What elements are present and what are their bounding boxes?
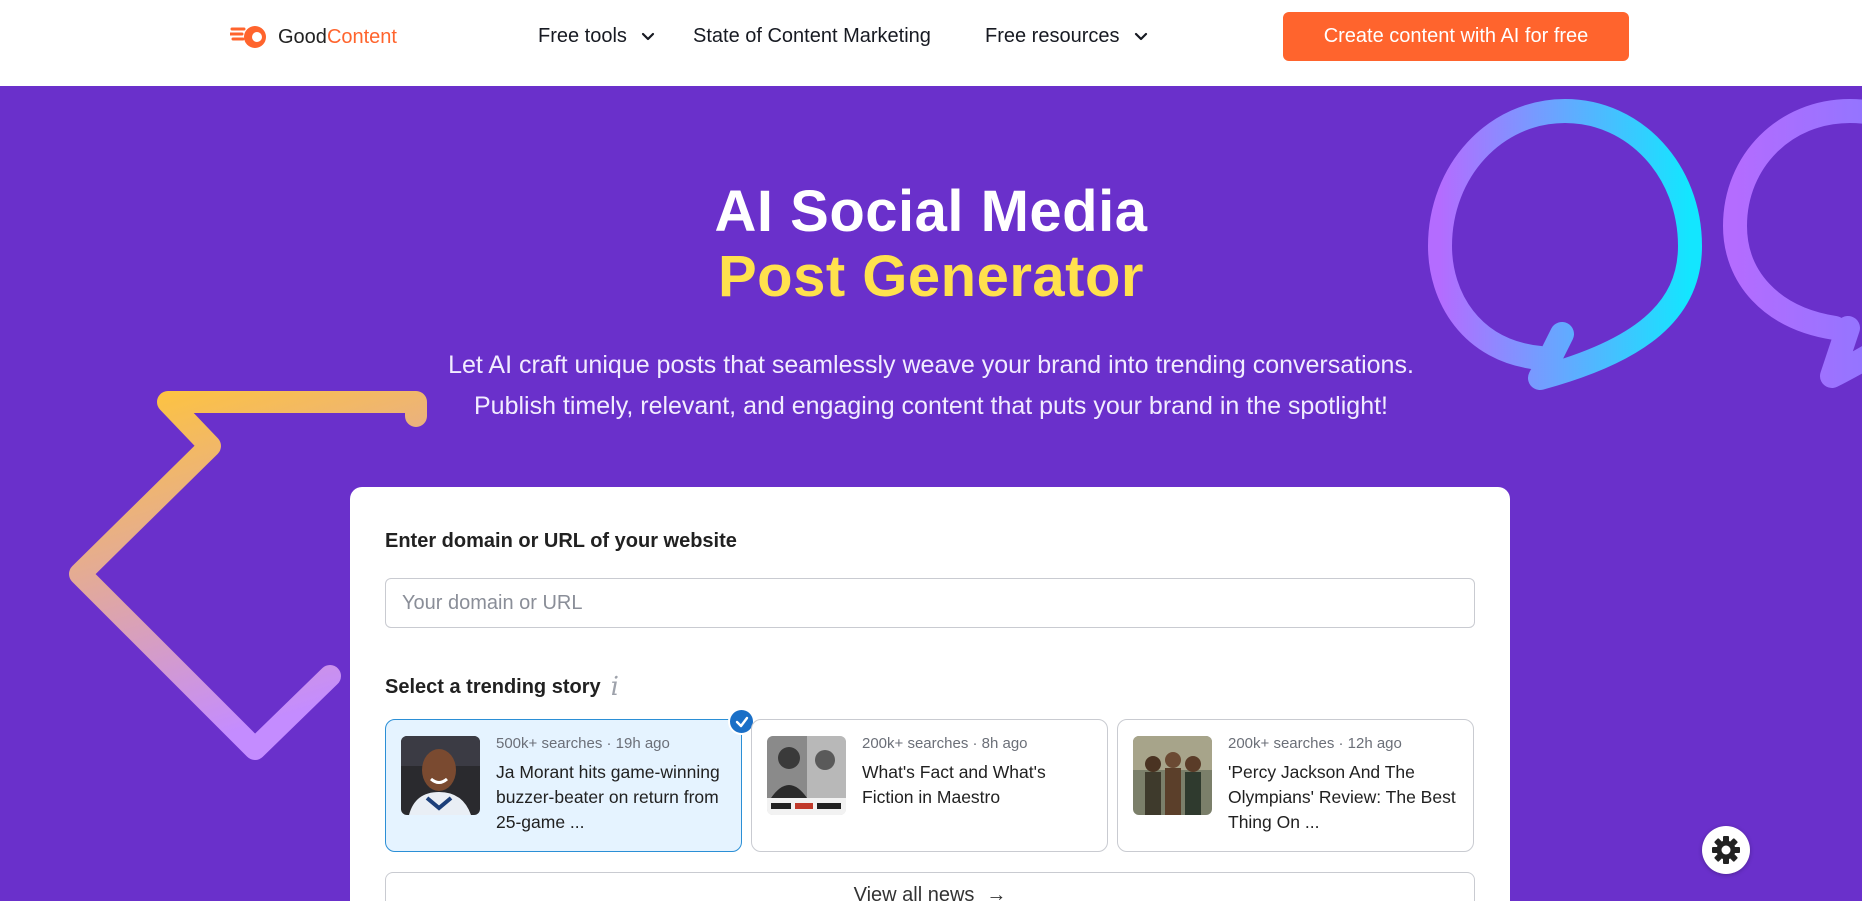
story-meta: 200k+ searches · 8h ago <box>862 735 1028 752</box>
hero-title-line1: AI Social Media <box>714 179 1148 244</box>
rocket-flame-icon <box>230 26 266 48</box>
arrow-right-icon: → <box>986 884 1007 901</box>
trending-story-card[interactable]: 200k+ searches · 12h ago 'Percy Jackson … <box>1117 719 1474 852</box>
trending-story-card[interactable]: 500k+ searches · 19h ago Ja Morant hits … <box>385 708 755 852</box>
story-headline: What's Fact and What's Fiction in Maestr… <box>862 762 1046 807</box>
nav-state-of-content-marketing-label: State of Content Marketing <box>693 24 931 47</box>
nav-free-resources-label: Free resources <box>985 24 1120 47</box>
story-thumbnail <box>401 736 480 815</box>
nav-state-of-content-marketing[interactable]: State of Content Marketing <box>693 22 931 50</box>
gear-icon <box>1712 836 1740 864</box>
story-meta: 200k+ searches · 12h ago <box>1228 735 1402 752</box>
story-thumbnail <box>767 736 846 815</box>
hero-title-line2: Post Generator <box>718 244 1144 309</box>
chevron-down-icon <box>641 32 655 41</box>
domain-url-input[interactable] <box>385 578 1475 628</box>
story-meta: 500k+ searches · 19h ago <box>496 735 670 752</box>
chevron-down-icon <box>1134 32 1147 41</box>
settings-button[interactable] <box>1702 826 1750 874</box>
story-thumbnail <box>1133 736 1212 815</box>
create-content-cta-button[interactable]: Create content with AI for free <box>1283 12 1629 61</box>
hero-subtitle-line1: Let AI craft unique posts that seamlessl… <box>448 351 1414 379</box>
info-icon[interactable]: i <box>611 672 619 702</box>
story-headline: Ja Morant hits game-winning buzzer-beate… <box>496 762 720 832</box>
trending-story-card[interactable]: 200k+ searches · 8h ago What's Fact and … <box>751 719 1108 852</box>
trending-story-label-text: Select a trending story <box>385 675 601 698</box>
trending-story-label: Select a trending story i <box>385 672 619 702</box>
hero-subtitle-line2: Publish timely, relevant, and engaging c… <box>473 392 1388 420</box>
nav-free-tools-label: Free tools <box>538 24 627 47</box>
logo-text: GoodContent <box>278 25 397 48</box>
story-headline: 'Percy Jackson And The Olympians' Review… <box>1228 762 1456 832</box>
view-all-news-button[interactable]: View all news → <box>385 872 1475 901</box>
nav-free-resources[interactable]: Free resources <box>985 22 1148 50</box>
hero-section: AI Social Media Post Generator Let AI cr… <box>0 86 1862 901</box>
generator-form-card: Enter domain or URL of your website Sele… <box>350 487 1510 901</box>
top-navigation-bar: GoodContent Free tools State of Content … <box>0 0 1862 86</box>
domain-field-label: Enter domain or URL of your website <box>385 530 737 552</box>
view-all-news-label: View all news <box>853 884 975 901</box>
nav-free-tools[interactable]: Free tools <box>538 22 655 50</box>
goodcontent-logo[interactable]: GoodContent <box>230 24 397 50</box>
